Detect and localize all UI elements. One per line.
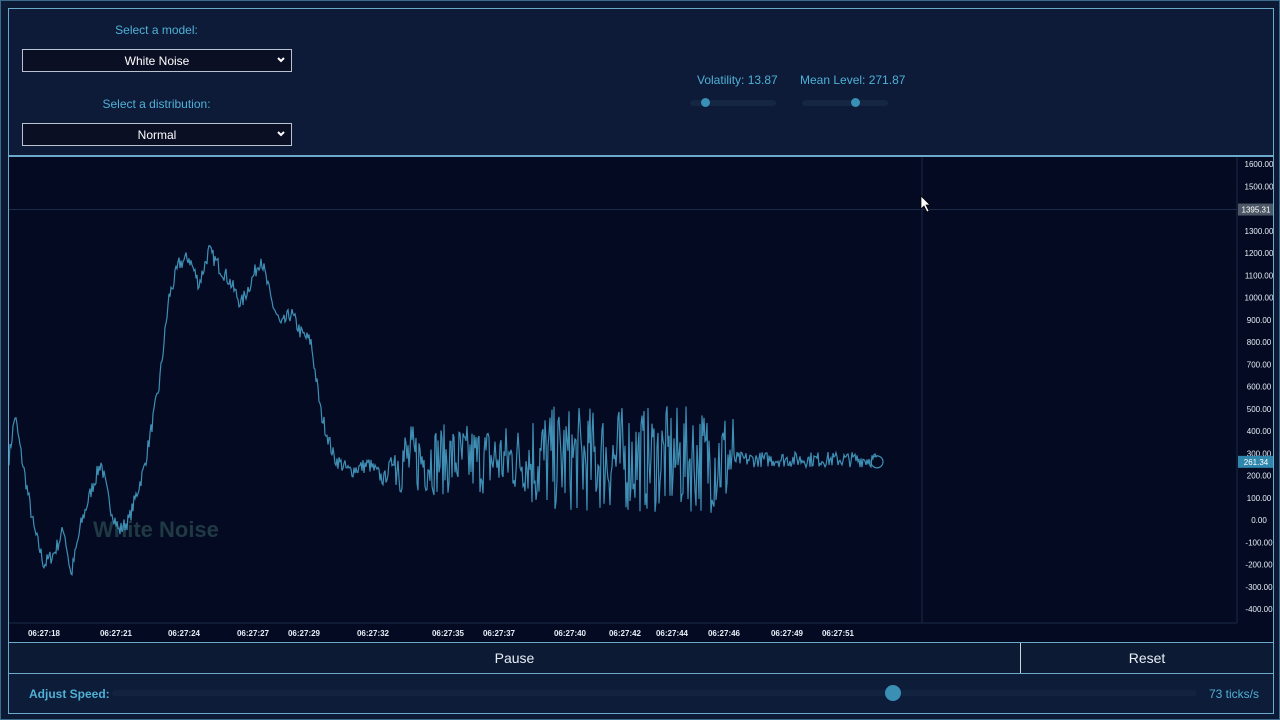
price-chart-canvas[interactable]: White Noise1600.001500.001400.001300.001… [9, 157, 1274, 642]
y-tick-label: 1200.00 [1245, 249, 1274, 258]
chevron-down-icon [277, 57, 285, 63]
x-tick-label: 06:27:46 [708, 629, 741, 638]
y-tick-label: -200.00 [1245, 561, 1273, 570]
model-select-value: White Noise [124, 53, 190, 68]
distribution-select-value: Normal [137, 127, 177, 142]
parameter-panel: Volatility: 13.87 Mean Level: 271.87 [304, 8, 1274, 156]
x-tick-label: 06:27:29 [288, 629, 321, 638]
y-tick-label: 0.00 [1251, 516, 1267, 525]
model-select[interactable]: White Noise [22, 49, 292, 72]
x-tick-label: 06:27:37 [483, 629, 516, 638]
y-tick-label: 900.00 [1247, 316, 1272, 325]
x-tick-label: 06:27:27 [237, 629, 270, 638]
last-price-label: 261.34 [1244, 458, 1269, 467]
chevron-down-icon [277, 131, 285, 137]
y-tick-label: 1000.00 [1245, 294, 1274, 303]
crosshair-price-label: 1395.31 [1242, 206, 1271, 215]
y-tick-label: 500.00 [1247, 405, 1272, 414]
x-tick-label: 06:27:35 [432, 629, 465, 638]
speed-label: Adjust Speed: [29, 687, 110, 701]
y-tick-label: 100.00 [1247, 494, 1272, 503]
y-tick-label: 600.00 [1247, 383, 1272, 392]
app-frame: Select a model: White Noise Select a dis… [0, 0, 1280, 720]
x-tick-label: 06:27:21 [100, 629, 133, 638]
y-tick-label: 1500.00 [1245, 182, 1274, 191]
pause-button[interactable]: Pause [9, 643, 1021, 673]
x-tick-label: 06:27:40 [554, 629, 587, 638]
last-price-marker [870, 455, 884, 469]
x-tick-label: 06:27:49 [771, 629, 804, 638]
mean-level-label: Mean Level: 271.87 [800, 73, 906, 87]
x-tick-label: 06:27:42 [609, 629, 642, 638]
speed-slider-thumb[interactable] [885, 685, 902, 701]
y-tick-label: -300.00 [1245, 583, 1273, 592]
control-buttons: Pause Reset [8, 642, 1274, 674]
y-tick-label: -400.00 [1245, 605, 1273, 614]
y-tick-label: 700.00 [1247, 360, 1272, 369]
chart-watermark: White Noise [93, 517, 219, 542]
y-tick-label: 1300.00 [1245, 227, 1274, 236]
model-panel: Select a model: White Noise Select a dis… [8, 8, 305, 156]
x-tick-label: 06:27:18 [28, 629, 61, 638]
speed-slider[interactable] [112, 690, 1197, 696]
reset-button[interactable]: Reset [1021, 643, 1273, 673]
distribution-label: Select a distribution: [102, 97, 211, 111]
x-tick-label: 06:27:44 [656, 629, 689, 638]
y-tick-label: 200.00 [1247, 472, 1272, 481]
y-tick-label: 400.00 [1247, 427, 1272, 436]
x-tick-label: 06:27:24 [168, 629, 201, 638]
model-label: Select a model: [115, 23, 198, 37]
price-chart[interactable]: White Noise1600.001500.001400.001300.001… [8, 156, 1274, 642]
volatility-slider-thumb[interactable] [701, 98, 711, 107]
y-tick-label: 1600.00 [1245, 160, 1274, 169]
distribution-select[interactable]: Normal [22, 123, 292, 146]
mean-level-slider-thumb[interactable] [851, 98, 861, 107]
y-tick-label: 1100.00 [1245, 271, 1274, 280]
y-tick-label: -100.00 [1245, 538, 1273, 547]
speed-panel: Adjust Speed: 73 ticks/s [8, 674, 1274, 714]
y-tick-label: 800.00 [1247, 338, 1272, 347]
mean-level-slider[interactable] [802, 98, 888, 107]
volatility-slider[interactable] [690, 98, 776, 107]
x-tick-label: 06:27:51 [822, 629, 855, 638]
volatility-label: Volatility: 13.87 [697, 73, 778, 87]
speed-value: 73 ticks/s [1209, 687, 1260, 701]
x-tick-label: 06:27:32 [357, 629, 390, 638]
